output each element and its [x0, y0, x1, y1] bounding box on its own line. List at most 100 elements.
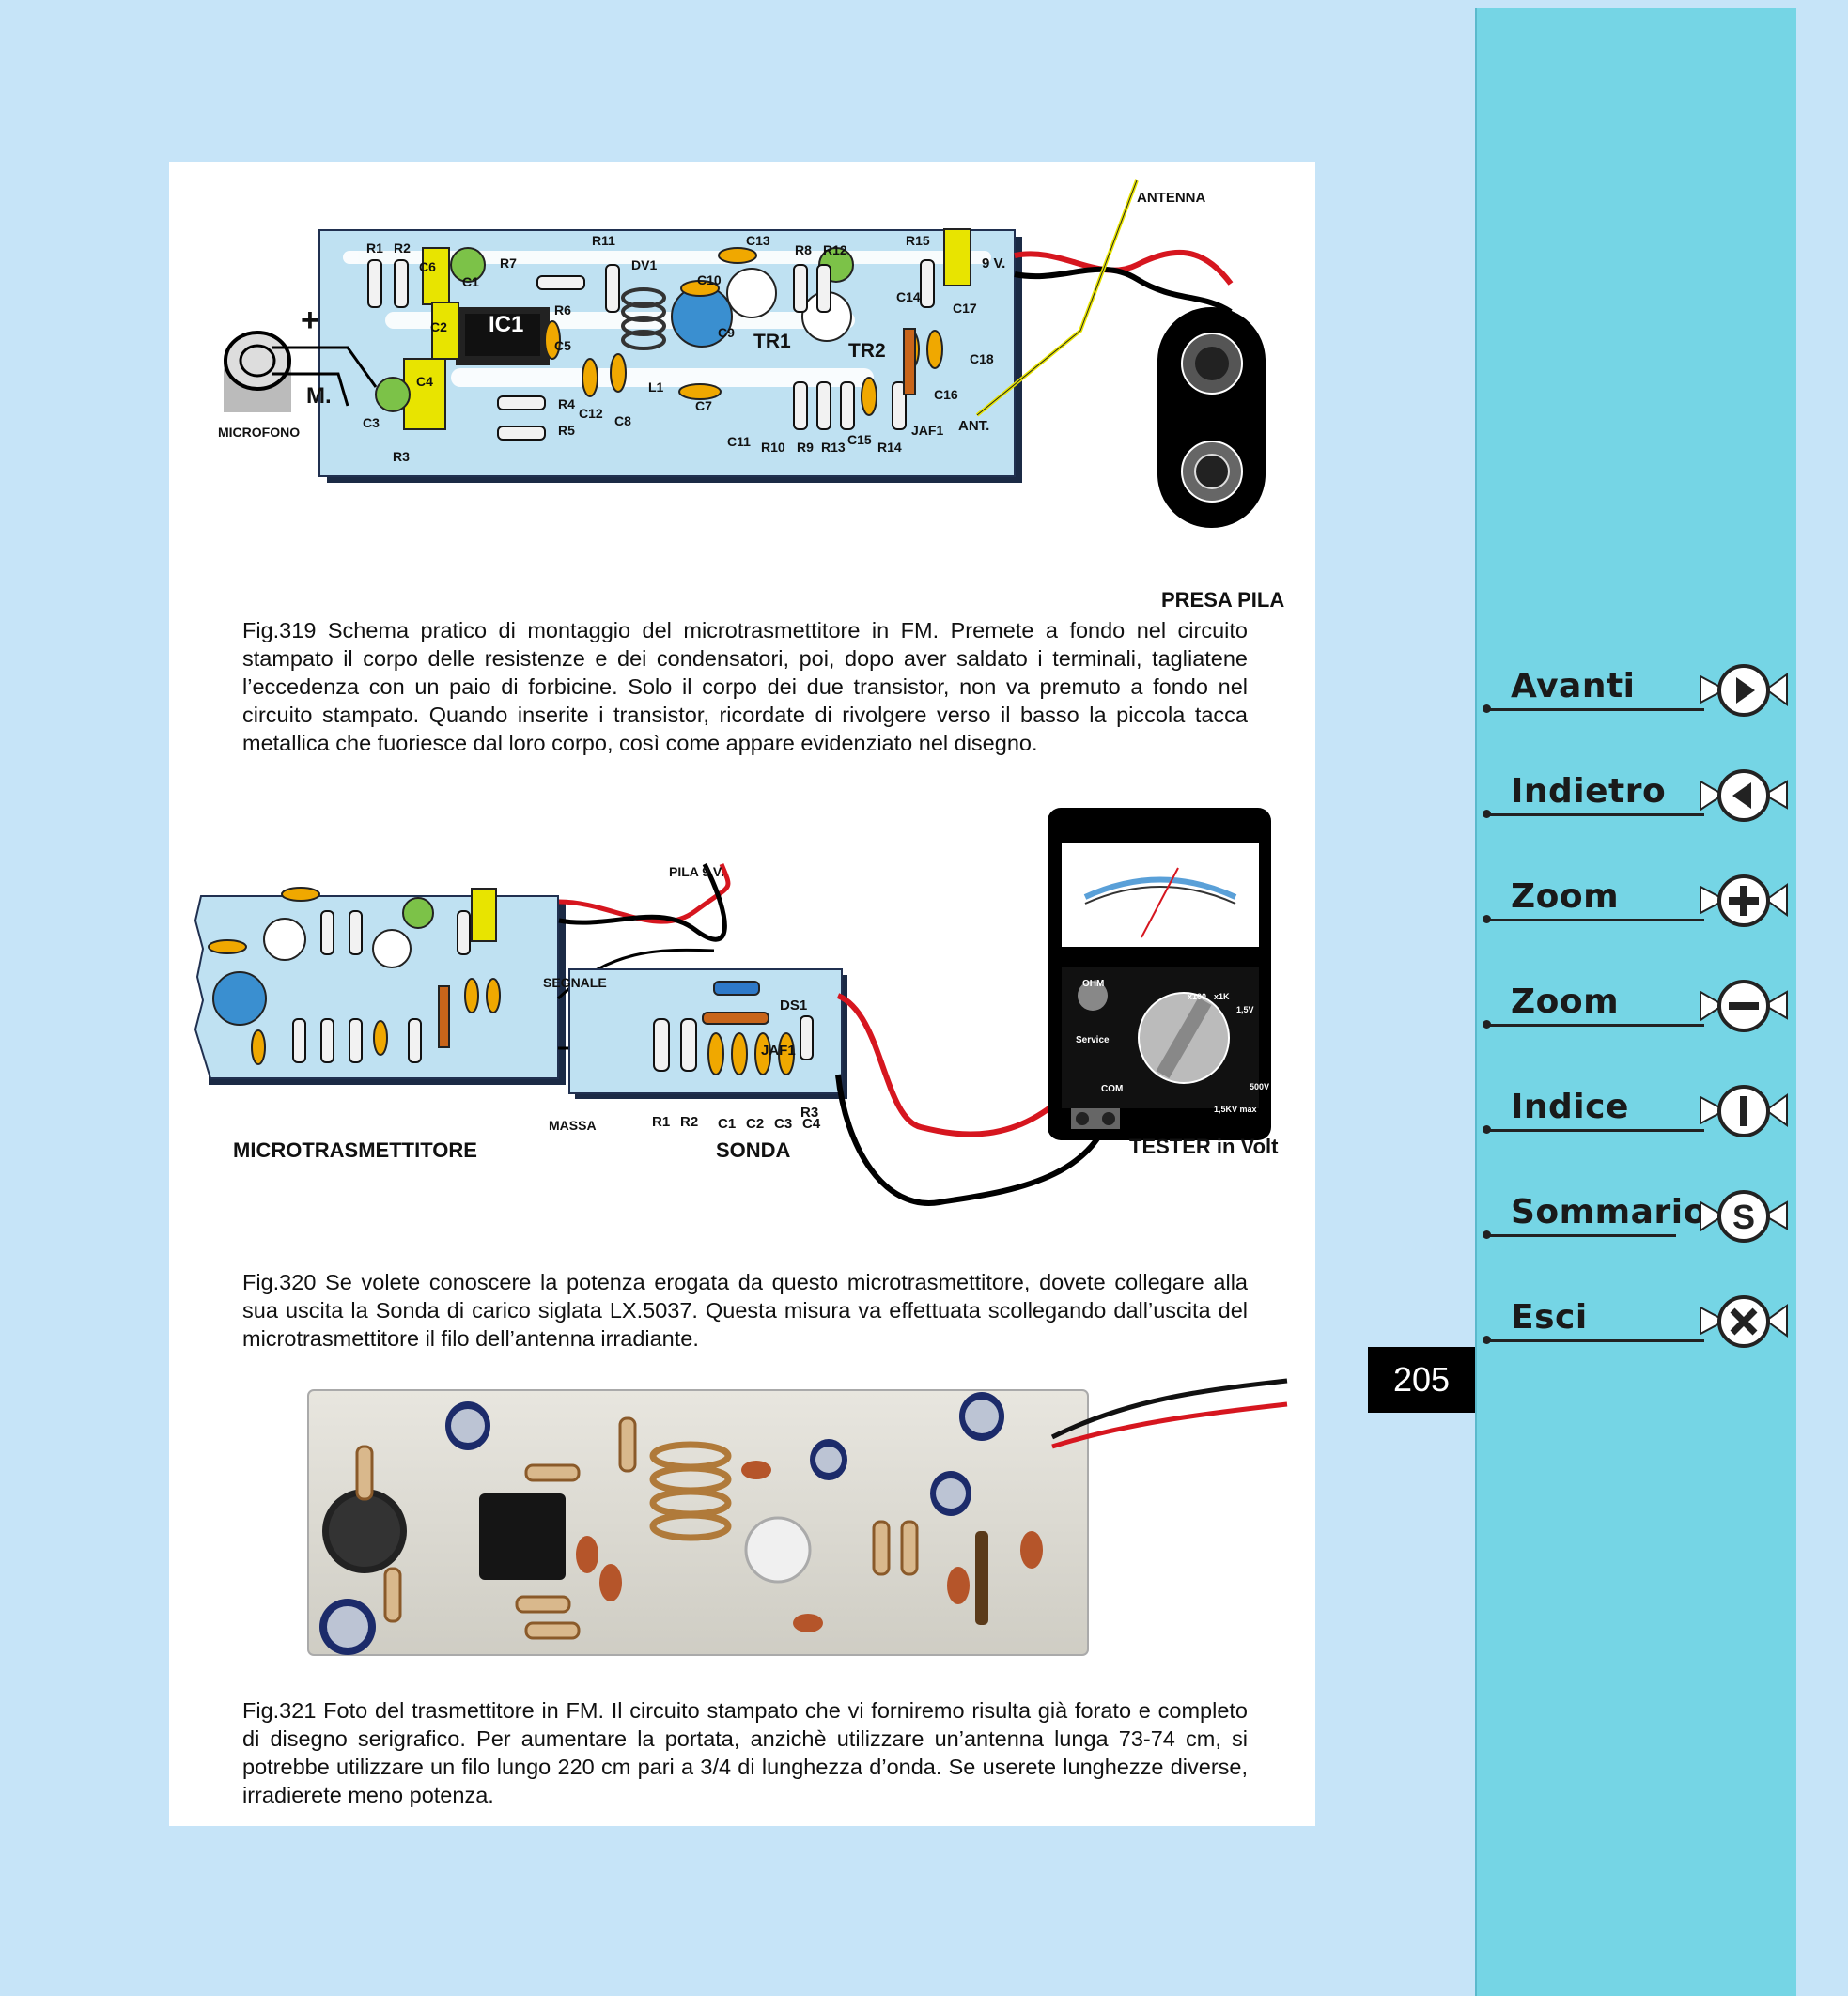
- label-r13: R13: [821, 440, 846, 455]
- label-c3: C3: [363, 415, 380, 430]
- label-ic1: IC1: [489, 312, 524, 337]
- label-r12: R12: [823, 242, 847, 257]
- label-c7: C7: [695, 398, 712, 413]
- index-icon[interactable]: [1697, 1082, 1791, 1140]
- label-l1: L1: [648, 379, 664, 395]
- label-c4: C4: [416, 374, 433, 389]
- fig320-measurement-diagram: [194, 808, 1271, 1206]
- label-r10: R10: [761, 440, 785, 455]
- summary-icon[interactable]: S: [1697, 1187, 1791, 1246]
- play-arrow-icon[interactable]: [1697, 661, 1791, 719]
- label-r14: R14: [877, 440, 902, 455]
- nav-avanti-label: Avanti: [1511, 667, 1636, 705]
- nav-indietro-button[interactable]: Indietro: [1483, 766, 1797, 832]
- fig319-caption: Fig.319 Schema pratico di montaggio del …: [242, 618, 1248, 755]
- label-sonda-c2: C2: [746, 1116, 765, 1132]
- label-c5: C5: [554, 338, 571, 353]
- label-c13: C13: [746, 233, 770, 248]
- label-presa-pila: PRESA PILA: [1161, 588, 1285, 611]
- nav-indietro-label: Indietro: [1511, 772, 1667, 811]
- label-r9: R9: [797, 440, 814, 455]
- label-tr1: TR1: [753, 331, 791, 352]
- manual-page: ANTENNA PRESA PILA MICROFONO M. + 9 V. A…: [0, 0, 1848, 1996]
- jaf1-choke: [903, 328, 916, 395]
- nav-underline: [1488, 1339, 1704, 1342]
- nav-underline: [1488, 813, 1704, 816]
- label-sonda-jaf1: JAF1: [761, 1043, 796, 1059]
- svg-text:S: S: [1732, 1198, 1755, 1236]
- label-jaf1: JAF1: [911, 423, 944, 438]
- label-r4: R4: [558, 396, 575, 411]
- nav-underline: [1488, 708, 1704, 711]
- label-m: M.: [306, 383, 332, 409]
- label-r6: R6: [554, 302, 571, 317]
- label-microfono: MICROFONO: [218, 425, 301, 440]
- nav-zoom-out-label: Zoom: [1511, 983, 1620, 1021]
- label-c17: C17: [953, 301, 977, 316]
- page-number: 205: [1368, 1347, 1475, 1413]
- nav-avanti-button[interactable]: Avanti: [1483, 661, 1797, 727]
- label-tester: TESTER in Volt: [1129, 1135, 1279, 1158]
- label-c16: C16: [934, 387, 958, 402]
- label-r1: R1: [366, 240, 383, 255]
- label-c2: C2: [430, 319, 447, 334]
- nav-underline: [1488, 1129, 1704, 1132]
- label-sonda-r1: R1: [652, 1114, 671, 1130]
- label-r8: R8: [795, 242, 812, 257]
- nav-underline: [1488, 1234, 1676, 1237]
- nav-zoom-out-button[interactable]: Zoom: [1483, 977, 1797, 1043]
- fig321-caption: Fig.321 Foto del trasmettitore in FM. Il…: [242, 1698, 1248, 1807]
- label-tester-range-1-5kv: 1,5KV max: [1214, 1105, 1257, 1114]
- label-tester-ohm: OHM: [1082, 979, 1105, 989]
- label-plus: +: [301, 302, 319, 338]
- label-r5: R5: [558, 423, 575, 438]
- label-sonda: SONDA: [716, 1138, 791, 1162]
- fig321-transmitter-photo: [307, 1378, 1288, 1656]
- label-segnale: SEGNALE: [543, 975, 607, 990]
- label-c8: C8: [614, 413, 631, 428]
- label-c12: C12: [579, 406, 603, 421]
- nav-zoom-in-label: Zoom: [1511, 877, 1620, 916]
- nav-indice-label: Indice: [1511, 1088, 1629, 1126]
- nav-esci-label: Esci: [1511, 1298, 1588, 1337]
- label-tr2: TR2: [848, 340, 886, 362]
- fig320-caption: Fig.320 Se volete conoscere la potenza e…: [242, 1270, 1248, 1351]
- label-c10: C10: [697, 272, 722, 287]
- label-r7: R7: [500, 255, 517, 271]
- label-ds1: DS1: [780, 998, 808, 1013]
- label-tester-range-x1k: x1K: [1214, 992, 1230, 1001]
- label-r2: R2: [394, 240, 411, 255]
- label-9v: 9 V.: [982, 255, 1006, 271]
- label-tester-service: Service: [1076, 1035, 1110, 1045]
- label-c11: C11: [727, 434, 751, 449]
- nav-sommario-label: Sommario: [1511, 1193, 1707, 1231]
- label-antenna: ANTENNA: [1137, 190, 1206, 206]
- label-c9: C9: [718, 325, 735, 340]
- zoom-out-icon[interactable]: [1697, 977, 1791, 1035]
- label-tester-range-1-5v: 1,5V: [1236, 1005, 1254, 1014]
- nav-underline: [1488, 919, 1704, 921]
- label-c18: C18: [970, 351, 994, 366]
- label-c15: C15: [847, 432, 872, 447]
- nav-esci-button[interactable]: Esci: [1483, 1292, 1797, 1358]
- label-c1: C1: [462, 274, 479, 289]
- zoom-in-icon[interactable]: [1697, 872, 1791, 930]
- label-r15: R15: [906, 233, 930, 248]
- label-c6: C6: [419, 259, 436, 274]
- label-microtrasmettitore: MICROTRASMETTITORE: [233, 1138, 477, 1162]
- label-tester-com: COM: [1101, 1084, 1124, 1094]
- nav-indice-button[interactable]: Indice: [1483, 1082, 1797, 1148]
- battery-clip: [1157, 307, 1266, 528]
- label-sonda-r2: R2: [680, 1114, 699, 1130]
- label-r11: R11: [592, 233, 615, 248]
- fig319-assembly-diagram: [224, 179, 1266, 528]
- label-tester-range-500v: 500V: [1250, 1082, 1270, 1091]
- nav-zoom-in-button[interactable]: Zoom: [1483, 872, 1797, 937]
- label-ant: ANT.: [958, 418, 990, 434]
- label-sonda-c3: C3: [774, 1116, 793, 1132]
- label-sonda-c1: C1: [718, 1116, 737, 1132]
- tester-multimeter: [1048, 808, 1271, 1140]
- nav-sommario-button[interactable]: Sommario S: [1483, 1187, 1797, 1253]
- close-icon[interactable]: [1697, 1292, 1791, 1351]
- back-arrow-icon[interactable]: [1697, 766, 1791, 825]
